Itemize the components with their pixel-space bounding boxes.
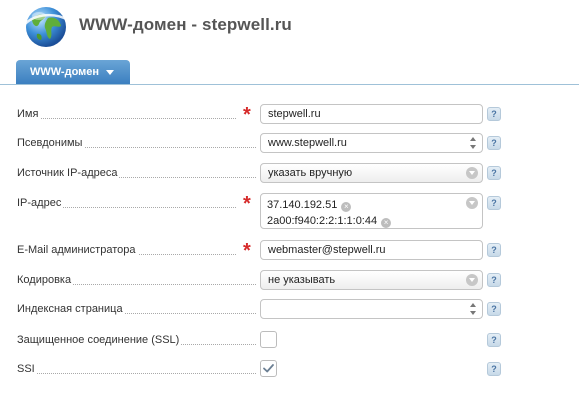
help-icon[interactable]: ?	[487, 333, 501, 347]
name-value: stepwell.ru	[268, 108, 321, 120]
help-icon[interactable]: ?	[487, 166, 501, 180]
spinner-icon[interactable]	[470, 135, 478, 151]
globe-icon	[24, 7, 69, 47]
ip-chip-value: 37.140.192.51	[267, 199, 338, 211]
ssi-label: SSI	[17, 363, 37, 375]
chevron-down-icon	[466, 274, 478, 286]
index-page-field[interactable]	[260, 299, 483, 319]
chevron-down-icon[interactable]	[466, 197, 478, 209]
form-row-admin-email: E-Mail администратора * webmaster@stepwe…	[0, 240, 579, 262]
help-icon[interactable]: ?	[487, 302, 501, 316]
form-row-ip-address: IP-адрес * 37.140.192.51 × 2a00:f940:2:2:…	[0, 193, 579, 229]
required-mark: *	[243, 240, 251, 262]
ip-source-select[interactable]: указать вручную	[260, 163, 483, 183]
ip-address-multiselect[interactable]: 37.140.192.51 × 2a00:f940:2:2:1:1:0:44 ×	[260, 193, 483, 229]
tab-www-domain[interactable]: WWW-домен	[16, 60, 130, 84]
form-row-ip-source: Источник IP-адреса указать вручную ?	[0, 163, 579, 183]
name-label: Имя	[17, 108, 41, 120]
page-title: WWW-домен - stepwell.ru	[79, 15, 292, 34]
ip-chip-value: 2a00:f940:2:2:1:1:0:44	[267, 215, 378, 227]
required-mark: *	[243, 104, 251, 126]
chevron-down-icon	[466, 167, 478, 179]
page-header: WWW-домен - stepwell.ru	[0, 0, 579, 52]
help-icon[interactable]: ?	[487, 362, 501, 376]
help-icon[interactable]: ?	[487, 273, 501, 287]
ip-source-value: указать вручную	[268, 167, 353, 179]
ssl-label: Защищенное соединение (SSL)	[17, 334, 182, 346]
ip-chip: 2a00:f940:2:2:1:1:0:44 ×	[267, 212, 392, 230]
aliases-field[interactable]: www.stepwell.ru	[260, 133, 483, 153]
charset-label: Кодировка	[17, 274, 74, 286]
required-mark: *	[243, 193, 251, 215]
admin-email-value: webmaster@stepwell.ru	[268, 244, 386, 256]
form-row-charset: Кодировка не указывать ?	[0, 270, 579, 290]
help-icon[interactable]: ?	[487, 196, 501, 210]
form-row-aliases: Псевдонимы www.stepwell.ru ?	[0, 133, 579, 153]
form-row-ssi: SSI ?	[0, 359, 579, 379]
tab-bar: WWW-домен	[0, 60, 579, 85]
remove-chip-icon[interactable]: ×	[381, 218, 392, 228]
charset-select[interactable]: не указывать	[260, 270, 483, 290]
admin-email-label: E-Mail администратора	[17, 244, 138, 256]
help-icon[interactable]: ?	[487, 107, 501, 121]
form-row-name: Имя * stepwell.ru ?	[0, 104, 579, 126]
name-field[interactable]: stepwell.ru	[260, 104, 483, 124]
ssi-checkbox[interactable]	[260, 360, 277, 377]
spinner-icon[interactable]	[470, 301, 478, 317]
remove-chip-icon[interactable]: ×	[341, 202, 352, 212]
leader-dots	[20, 373, 256, 374]
form-row-index-page: Индексная страница ?	[0, 299, 579, 319]
charset-value: не указывать	[268, 274, 336, 286]
index-page-label: Индексная страница	[17, 303, 125, 315]
ip-address-label: IP-адрес	[17, 197, 64, 209]
chevron-down-icon	[106, 70, 114, 75]
admin-email-field[interactable]: webmaster@stepwell.ru	[260, 240, 483, 260]
leader-dots	[20, 118, 236, 119]
aliases-value: www.stepwell.ru	[268, 137, 347, 149]
help-icon[interactable]: ?	[487, 243, 501, 257]
tab-label: WWW-домен	[30, 66, 100, 78]
aliases-label: Псевдонимы	[17, 137, 85, 149]
form-row-ssl: Защищенное соединение (SSL) ?	[0, 330, 579, 350]
ssl-checkbox[interactable]	[260, 331, 277, 348]
checkmark-icon	[263, 364, 274, 373]
ip-source-label: Источник IP-адреса	[17, 167, 120, 179]
help-icon[interactable]: ?	[487, 136, 501, 150]
